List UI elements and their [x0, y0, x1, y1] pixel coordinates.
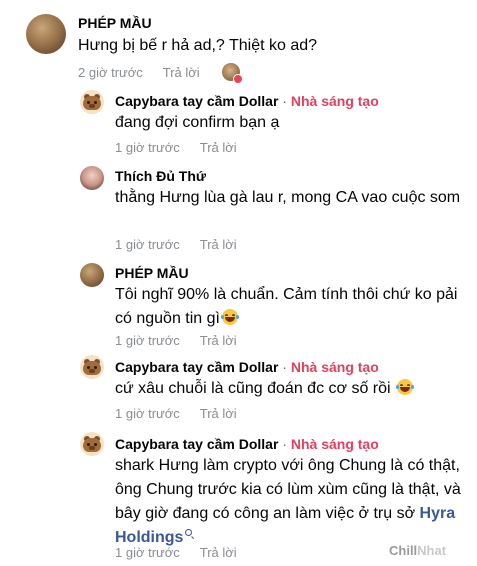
- separator-dot: ·: [282, 93, 287, 109]
- comment-author[interactable]: Thích Đủ Thứ: [115, 168, 206, 184]
- heart-reaction-icon[interactable]: [222, 63, 243, 84]
- creator-badge: Nhà sáng tạo: [290, 359, 379, 375]
- comment-time[interactable]: 2 giờ trước: [78, 65, 143, 80]
- comment-text: thằng Hưng lùa gà lau r, mong CA vao cuộ…: [115, 189, 461, 206]
- comment-meta: 1 giờ trước Trả lời: [115, 333, 237, 348]
- comment-author-line: Capybara tay cầm Dollar · Nhà sáng tạo: [115, 93, 379, 109]
- reply-button[interactable]: Trả lời: [200, 237, 237, 252]
- comment-thread: PHÉP MẦU Hưng bị bế r hả ad,? Thiệt ko a…: [0, 0, 477, 566]
- reply-button[interactable]: Trả lời: [163, 65, 200, 80]
- avatar[interactable]: [80, 166, 104, 190]
- watermark: ChillNhat: [389, 543, 447, 558]
- comment-meta: 2 giờ trước Trả lời: [78, 65, 200, 80]
- comment-time[interactable]: 1 giờ trước: [115, 237, 180, 252]
- comment-text: đang đợi confirm bạn ạ: [115, 114, 280, 131]
- comment-author-line: Capybara tay cầm Dollar · Nhà sáng tạo: [115, 436, 379, 452]
- comment-meta: 1 giờ trước Trả lời: [115, 140, 237, 155]
- rolling-on-floor-laughing-emoji: [396, 379, 415, 395]
- avatar[interactable]: [26, 14, 66, 54]
- comment-meta: 1 giờ trước Trả lời: [115, 237, 237, 252]
- search-icon: [185, 529, 193, 536]
- comment-author[interactable]: PHÉP MẦU: [78, 15, 152, 31]
- separator-dot: ·: [282, 359, 287, 375]
- comment-author[interactable]: PHÉP MẦU: [115, 265, 189, 281]
- comment-time[interactable]: 1 giờ trước: [115, 545, 180, 560]
- rolling-on-floor-laughing-emoji: [220, 309, 239, 325]
- avatar[interactable]: [80, 90, 104, 114]
- comment-time[interactable]: 1 giờ trước: [115, 406, 180, 421]
- creator-badge: Nhà sáng tạo: [290, 93, 379, 109]
- reply-button[interactable]: Trả lời: [200, 545, 237, 560]
- comment-author-line: Capybara tay cầm Dollar · Nhà sáng tạo: [115, 359, 379, 375]
- avatar[interactable]: [80, 263, 104, 287]
- comment-text: cứ xâu chuỗi là cũng đoán đc cơ số rồi: [115, 377, 415, 401]
- comment-author[interactable]: Capybara tay cầm Dollar: [115, 359, 278, 375]
- comment-text: Tôi nghĩ 90% là chuẩn. Cảm tính thôi chứ…: [115, 286, 458, 327]
- reply-button[interactable]: Trả lời: [200, 406, 237, 421]
- comment-time[interactable]: 1 giờ trước: [115, 333, 180, 348]
- comment-author[interactable]: Capybara tay cầm Dollar: [115, 93, 278, 109]
- comment-meta: 1 giờ trước Trả lời: [115, 545, 237, 560]
- comment-author[interactable]: Capybara tay cầm Dollar: [115, 436, 278, 452]
- comment-text: Hưng bị bế r hả ad,? Thiệt ko ad?: [78, 37, 318, 54]
- separator-dot: ·: [282, 436, 287, 452]
- comment-time[interactable]: 1 giờ trước: [115, 140, 180, 155]
- avatar[interactable]: [80, 355, 104, 379]
- comment-meta: 1 giờ trước Trả lời: [115, 406, 237, 421]
- creator-badge: Nhà sáng tạo: [290, 436, 379, 452]
- reply-button[interactable]: Trả lời: [200, 333, 237, 348]
- reply-button[interactable]: Trả lời: [200, 140, 237, 155]
- avatar[interactable]: [80, 432, 104, 456]
- comment-text: shark Hưng làm crypto với ông Chung là c…: [115, 457, 461, 546]
